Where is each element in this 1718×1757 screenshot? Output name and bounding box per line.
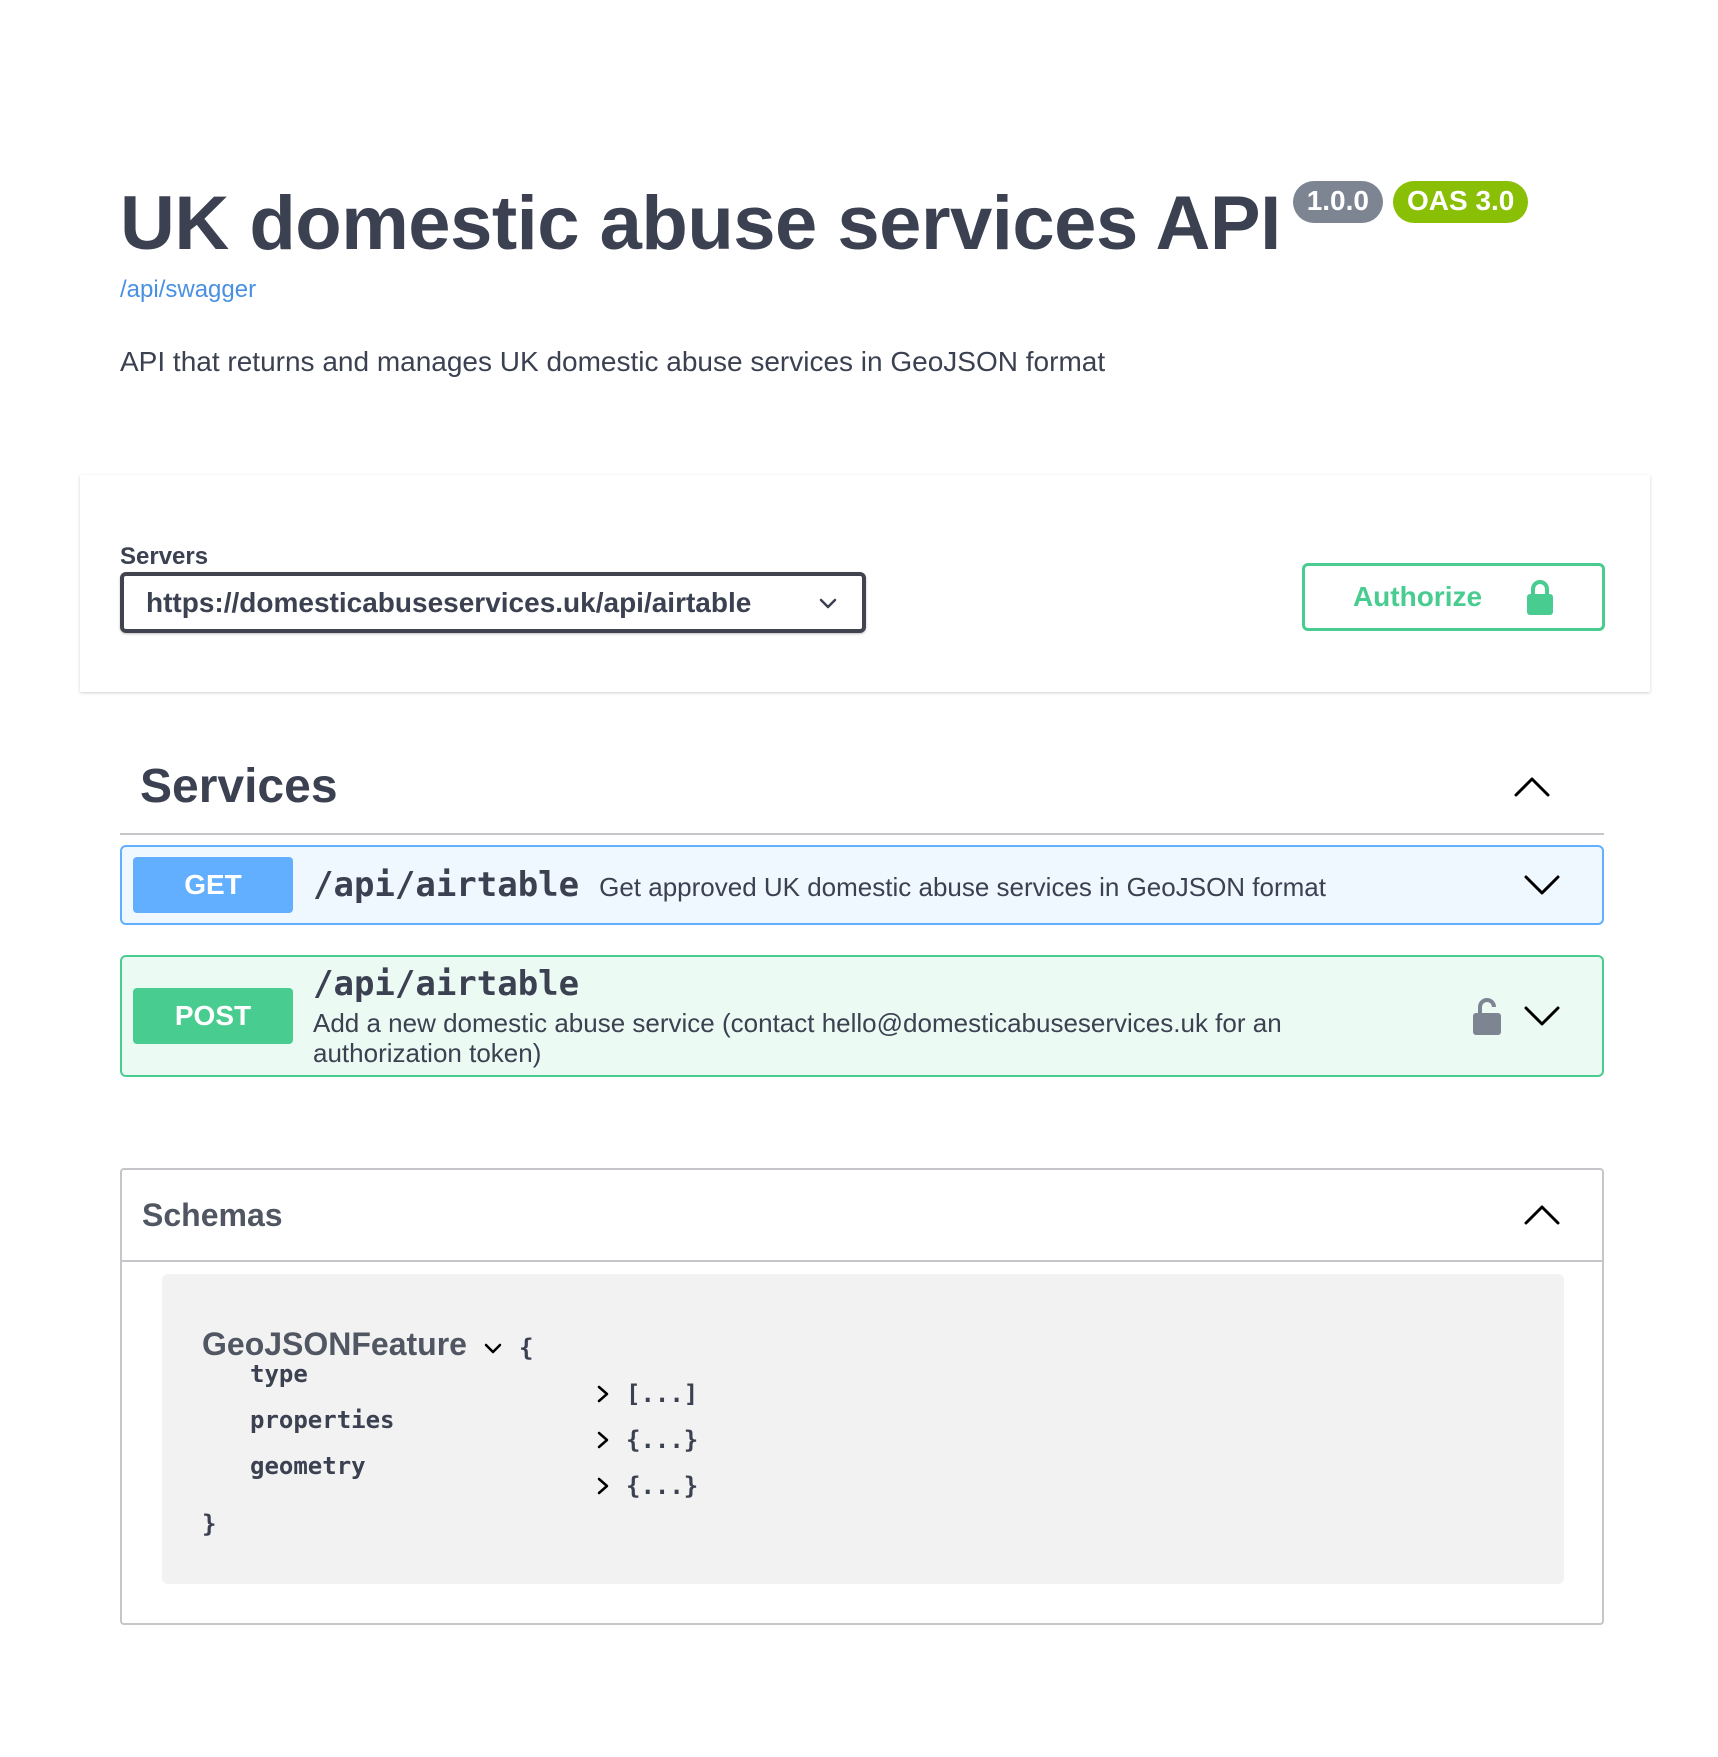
model-title-row[interactable]: GeoJSONFeature {: [202, 1326, 533, 1363]
title-row: UK domestic abuse services API 1.0.0 OAS…: [120, 178, 1600, 262]
schemas-header[interactable]: Schemas: [122, 1170, 1602, 1262]
operation-get-airtable[interactable]: GET /api/airtable Get approved UK domest…: [120, 845, 1604, 925]
tag-services-header[interactable]: Services: [120, 740, 1604, 835]
collapsed-value: [...]: [626, 1380, 699, 1408]
chevron-down-icon[interactable]: [1522, 996, 1562, 1036]
method-badge-get: GET: [133, 857, 293, 913]
chevron-up-icon[interactable]: [1510, 765, 1554, 809]
scheme-container: Servers https://domesticabuseservices.uk…: [80, 475, 1650, 692]
version-badge: 1.0.0: [1292, 181, 1383, 223]
operation-summary: Add a new domestic abuse service (contac…: [313, 1008, 1282, 1068]
model-property-value-geometry[interactable]: {...}: [592, 1472, 698, 1500]
model-open-brace: {: [518, 1333, 534, 1362]
unlocked-icon[interactable]: [1472, 996, 1502, 1036]
chevron-right-icon: [597, 1431, 609, 1449]
operation-path: /api/airtable: [313, 865, 580, 905]
chevron-down-icon: [819, 598, 837, 608]
operation-summary-block: /api/airtable Get approved UK domestic a…: [313, 865, 1522, 905]
oas-badge: OAS 3.0: [1392, 181, 1529, 223]
operation-summary: Get approved UK domestic abuse services …: [599, 872, 1326, 902]
model-geojsonfeature: GeoJSONFeature { type properties geometr…: [162, 1274, 1564, 1584]
model-property-name: geometry: [250, 1452, 366, 1480]
operation-post-airtable[interactable]: POST /api/airtable Add a new domestic ab…: [120, 955, 1604, 1077]
chevron-right-icon: [597, 1477, 609, 1495]
model-property-value-type[interactable]: [...]: [592, 1380, 698, 1408]
authorize-label: Authorize: [1352, 581, 1483, 612]
method-badge-post: POST: [133, 988, 293, 1044]
authorize-button[interactable]: Authorize: [1302, 563, 1605, 631]
servers-label: Servers: [120, 543, 209, 570]
api-info: UK domestic abuse services API 1.0.0 OAS…: [120, 178, 1600, 378]
operation-summary-block: /api/airtable Add a new domestic abuse s…: [313, 964, 1472, 1068]
chevron-down-icon[interactable]: [481, 1336, 505, 1360]
model-name: GeoJSONFeature: [202, 1326, 467, 1362]
servers-select[interactable]: https://domesticabuseservices.uk/api/air…: [120, 572, 866, 633]
chevron-down-icon[interactable]: [1522, 865, 1562, 905]
collapsed-value: {...}: [626, 1426, 699, 1454]
api-title: UK domestic abuse services API: [120, 181, 1281, 266]
model-property-name: type: [250, 1360, 308, 1388]
chevron-up-icon[interactable]: [1522, 1195, 1562, 1235]
collapsed-value: {...}: [626, 1472, 699, 1500]
model-property-name: properties: [250, 1406, 395, 1434]
api-description: API that returns and manages UK domestic…: [120, 346, 1106, 377]
schemas-title: Schemas: [142, 1196, 283, 1233]
schemas-section: Schemas GeoJSONFeature { type properties…: [120, 1168, 1604, 1625]
model-close-brace: }: [202, 1510, 217, 1538]
chevron-right-icon: [597, 1385, 609, 1403]
operation-path: /api/airtable: [313, 964, 580, 1004]
model-property-value-properties[interactable]: {...}: [592, 1426, 698, 1454]
lock-icon: [1527, 580, 1554, 615]
swagger-url-link[interactable]: /api/swagger: [120, 276, 1600, 304]
tag-name: Services: [140, 760, 338, 813]
servers-selected-value: https://domesticabuseservices.uk/api/air…: [146, 586, 752, 618]
